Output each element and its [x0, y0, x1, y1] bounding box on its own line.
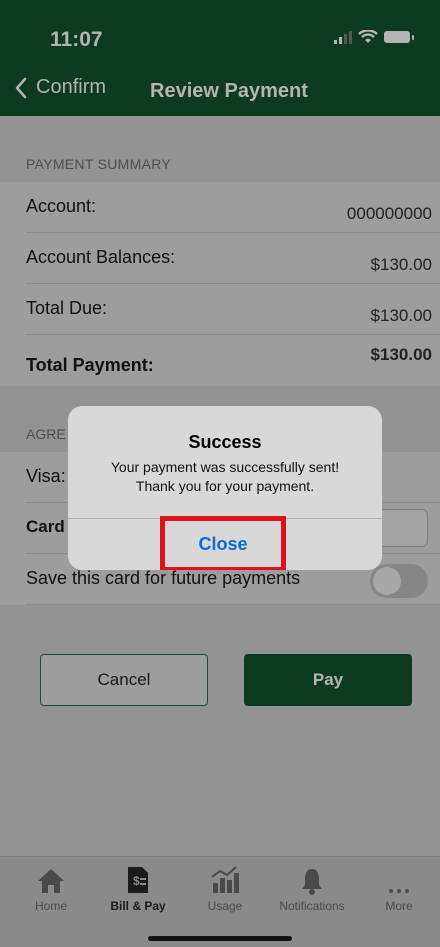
row-label: Total Due:: [26, 298, 108, 318]
pay-button[interactable]: Pay: [244, 654, 412, 706]
alert-title: Success: [188, 432, 262, 452]
alert-message-line1: Your payment was successfully sent!: [110, 459, 340, 475]
status-icons: [334, 30, 414, 44]
summary-row-balances: Account Balances: $130.00: [26, 233, 440, 284]
nav-bar: Confirm Review Payment: [0, 68, 440, 116]
cvv-label: Card: [26, 517, 65, 536]
usage-chart-icon: [211, 866, 239, 893]
tab-bill-pay[interactable]: $ Bill & Pay: [94, 865, 182, 913]
back-button[interactable]: Confirm: [14, 76, 106, 99]
row-value: 000000000: [346, 204, 432, 223]
close-button[interactable]: Close: [198, 534, 247, 555]
battery-icon: [384, 31, 414, 43]
row-value: $130.00: [370, 255, 432, 274]
tab-usage[interactable]: Usage: [181, 865, 269, 913]
success-alert: Success Your payment was successfully se…: [68, 406, 382, 570]
tab-notifications[interactable]: Notifications: [268, 865, 356, 913]
svg-text:$: $: [133, 874, 140, 888]
tab-label: Home: [34, 899, 67, 913]
alert-message-line2: Thank you for your payment.: [135, 478, 315, 494]
summary-row-total-due: Total Due: $130.00: [26, 284, 440, 335]
cellular-signal-icon: [334, 30, 352, 44]
row-value: $130.00: [370, 306, 432, 325]
card-label: Visa:: [26, 466, 66, 486]
payment-summary-header: PAYMENT SUMMARY: [26, 156, 172, 172]
tab-more[interactable]: More: [355, 865, 440, 913]
summary-row-account: Account: 000000000: [26, 182, 440, 233]
status-time: 11:07: [50, 28, 103, 51]
close-button-highlight: Close: [160, 516, 286, 570]
back-label: Confirm: [36, 76, 107, 98]
cancel-button[interactable]: Cancel: [40, 654, 208, 706]
more-dots-icon: [389, 889, 409, 893]
chevron-left-icon: [15, 77, 27, 98]
wifi-icon: [358, 30, 378, 43]
tab-bar: Home $ Bill & Pay Usage Notifications Mo…: [0, 856, 440, 947]
payment-summary: Account: 000000000 Account Balances: $13…: [0, 182, 440, 386]
row-label: Account Balances:: [26, 247, 176, 267]
home-icon: [38, 869, 64, 893]
tab-home[interactable]: Home: [7, 865, 95, 913]
row-label: Total Payment:: [26, 355, 154, 375]
page-title: Review Payment: [150, 80, 308, 102]
status-bar: 11:07: [0, 0, 440, 68]
tab-label: Notifications: [279, 899, 345, 913]
bell-icon: [302, 869, 322, 895]
save-card-label: Save this card for future payments: [26, 568, 301, 588]
toggle-knob: [373, 567, 401, 595]
bill-icon: $: [128, 867, 148, 893]
tab-label: Bill & Pay: [110, 899, 166, 913]
row-value: $130.00: [370, 345, 432, 364]
summary-row-total-payment: Total Payment: $130.00: [26, 335, 440, 386]
home-indicator: [148, 936, 292, 941]
save-card-toggle[interactable]: [370, 564, 428, 598]
row-label: Account:: [26, 196, 97, 216]
alert-message: Your payment was successfully sent! Than…: [78, 458, 372, 496]
tab-label: Usage: [207, 899, 243, 913]
tab-label: More: [385, 899, 413, 913]
